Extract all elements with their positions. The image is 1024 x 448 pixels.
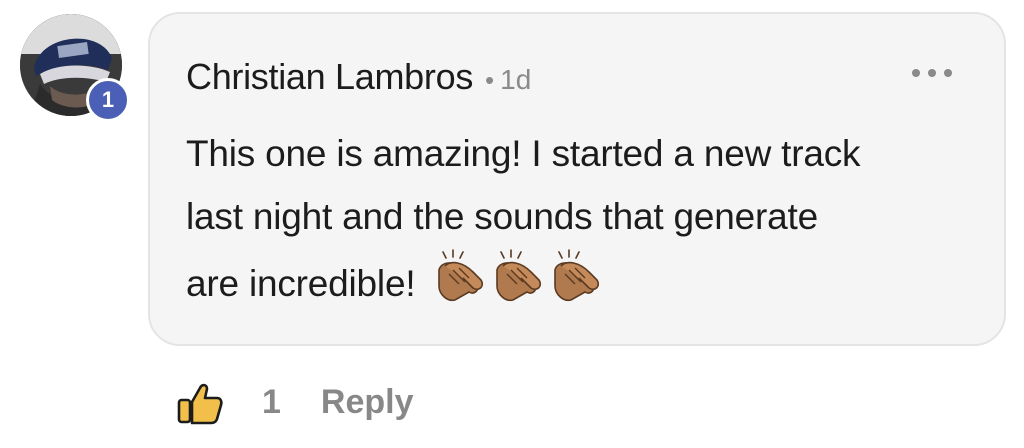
more-horizontal-icon-dot	[928, 69, 936, 77]
comment-header: Christian Lambros • 1d	[186, 56, 531, 98]
comment-actions: 1 Reply	[176, 374, 414, 430]
comment-text: This one is amazing! I started a new tra…	[186, 122, 976, 315]
clapping-hands-icon	[438, 249, 484, 302]
like-count: 1	[262, 382, 281, 421]
more-options-button[interactable]	[912, 64, 952, 82]
comment-text-line-last: are incredible!	[186, 248, 976, 315]
author-name[interactable]: Christian Lambros	[186, 56, 473, 98]
avatar-container[interactable]: 1	[20, 14, 130, 130]
comment-bubble: Christian Lambros • 1d This one is amazi…	[148, 12, 1006, 346]
notification-badge: 1	[86, 78, 130, 122]
emoji-group	[429, 248, 603, 304]
more-horizontal-icon	[912, 69, 920, 77]
clapping-hands-icon	[554, 249, 600, 302]
timestamp: 1d	[500, 64, 532, 95]
comment: 1 Christian Lambros • 1d This one is ama…	[0, 0, 1024, 448]
clapping-hands-icon	[496, 249, 542, 302]
comment-text-line: This one is amazing! I started a new tra…	[186, 133, 861, 174]
comment-text-line: are incredible!	[186, 263, 416, 304]
more-horizontal-icon-dot	[944, 69, 952, 77]
reply-button[interactable]: Reply	[321, 383, 414, 422]
separator-dot: •	[485, 65, 495, 95]
thumbs-up-icon[interactable]	[176, 378, 224, 426]
comment-text-line: last night and the sounds that generate	[186, 196, 818, 237]
